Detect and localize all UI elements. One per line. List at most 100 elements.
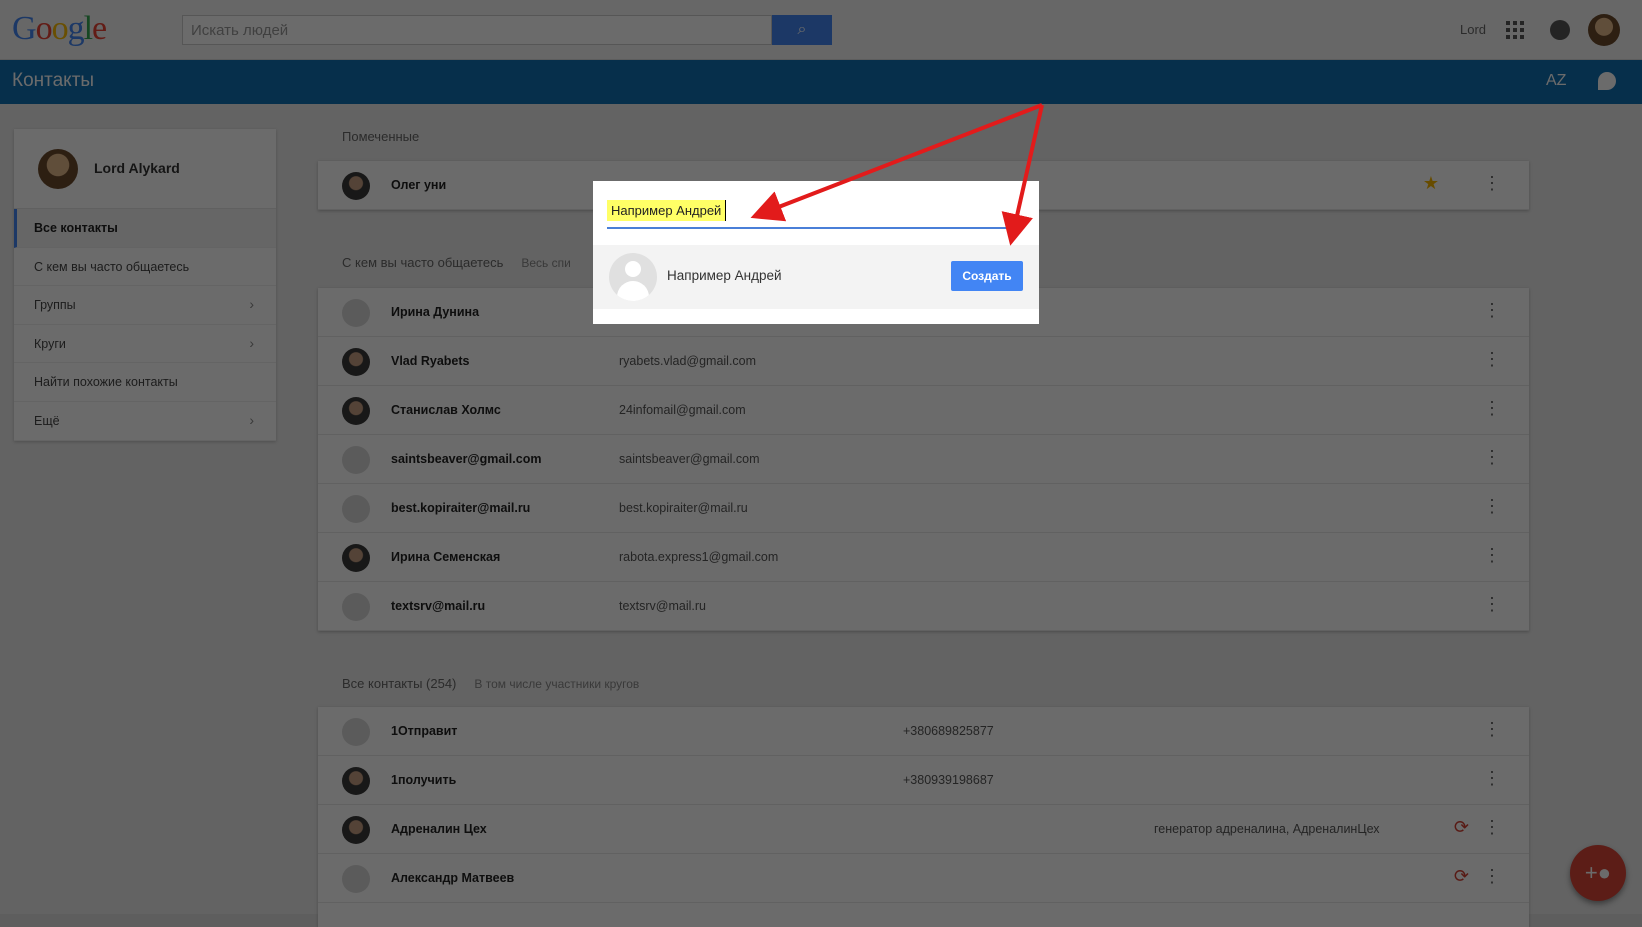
contact-name: textsrv@mail.ru [391,599,486,613]
circles-icon[interactable]: ⟳ [1454,866,1469,887]
contact-name: Александр Матвеев [391,871,515,885]
contact-email: saintsbeaver@gmail.com [619,452,760,466]
avatar [342,865,370,893]
table-row[interactable]: saintsbeaver@gmail.com saintsbeaver@gmail… [318,435,1529,484]
app-title: Контакты [12,70,95,91]
app-bar: Контакты AZ [0,60,1642,104]
suggestion-name: Например Андрей [667,268,782,283]
title: Все контакты (254) [342,676,457,691]
table-row[interactable]: 1Отправит +380689825877 ⋮ [318,707,1529,756]
search-button[interactable]: ⌕ [772,15,832,45]
avatar [342,348,370,376]
contact-name: Ирина Семенская [391,550,501,564]
table-row[interactable]: Александр Матвеев ⟳ ⋮ [318,854,1529,903]
table-row[interactable]: best.kopiraiter@mail.ru best.kopiraiter@m… [318,484,1529,533]
frequent-card: Ирина Дунина ⋮ Vlad Ryabets ryabets.vlad@gm… [318,288,1529,631]
table-row[interactable]: 1получить +380939198687 ⋮ [318,756,1529,805]
label: Круги [34,336,66,351]
circles-icon[interactable]: ⟳ [1454,817,1469,838]
avatar [342,495,370,523]
dimmed-page-backdrop[interactable]: Google Искать людей ⌕ Lord Контакты AZ L… [0,0,1642,927]
google-logo[interactable]: Google [12,10,107,48]
sidebar-item-more[interactable]: Ещё › [14,402,276,441]
avatar [38,149,78,189]
create-button[interactable]: Создать [951,261,1023,291]
section-title-starred: Помеченные [342,129,420,144]
contact-phone: +380689825877 [903,724,994,738]
sidebar-item-frequent[interactable]: С кем вы часто общаетесь [14,248,276,287]
more-vert-icon[interactable]: ⋮ [1483,349,1501,369]
contact-name-input[interactable]: Например Андрей [607,200,1019,229]
avatar [342,172,370,200]
subtitle-link[interactable]: Весь спи [521,256,570,270]
title: С кем вы часто общаетесь [342,255,504,270]
contact-email: ryabets.vlad@gmail.com [619,354,757,368]
sort-az-icon[interactable]: AZ [1546,72,1566,90]
contact-name: Ирина Дунина [391,305,480,319]
apps-grid-icon[interactable] [1506,21,1524,39]
more-vert-icon[interactable]: ⋮ [1483,719,1501,739]
default-avatar-icon [609,253,657,301]
avatar [342,767,370,795]
chevron-right-icon: › [249,411,254,428]
avatar [342,718,370,746]
more-vert-icon[interactable]: ⋮ [1483,594,1501,614]
suggestion-row[interactable]: Например Андрей Создать [593,245,1039,309]
contact-name: 1получить [391,773,457,787]
contact-name: Станислав Холмс [391,403,501,417]
sidebar-item-groups[interactable]: Группы › [14,286,276,325]
hangouts-icon[interactable] [1598,72,1616,90]
sidebar-item-find-similar[interactable]: Найти похожие контакты [14,363,276,402]
table-row[interactable]: textsrv@mail.ru textsrv@mail.ru ⋮ [318,582,1529,631]
more-vert-icon[interactable]: ⋮ [1483,545,1501,565]
more-vert-icon[interactable]: ⋮ [1483,768,1501,788]
contact-name: Олег уни [391,178,447,192]
contact-email: best.kopiraiter@mail.ru [619,501,748,515]
label: Группы [34,298,76,313]
profile[interactable]: Lord Alykard [14,129,276,209]
table-row[interactable]: Ирина Семенская rabota.express1@gmail.com… [318,533,1529,582]
sidebar-item-circles[interactable]: Круги › [14,325,276,364]
profile-name: Lord Alykard [94,160,180,176]
table-row[interactable]: Vlad Ryabets ryabets.vlad@gmail.com ⋮ [318,337,1529,386]
sidebar-item-all[interactable]: Все контакты [14,209,276,248]
subtitle: В том числе участники кругов [474,677,640,691]
contact-email: 24infomail@gmail.com [619,403,746,417]
contact-phone: +380939198687 [903,773,994,787]
table-row[interactable]: Адреналин Цех генератор адреналина, Адрен… [318,805,1529,854]
more-vert-icon[interactable]: ⋮ [1483,398,1501,418]
more-vert-icon[interactable]: ⋮ [1483,173,1501,193]
search-input[interactable]: Искать людей [182,15,772,45]
chevron-right-icon: › [249,296,254,313]
label: Ещё [34,413,60,428]
all-contacts-card: 1Отправит +380689825877 ⋮ 1получить +3809391… [318,707,1529,927]
user-name-link[interactable]: Lord [1460,22,1486,37]
more-vert-icon[interactable]: ⋮ [1483,447,1501,467]
contact-email: textsrv@mail.ru [619,599,707,613]
add-person-icon: +● [1584,860,1612,885]
contact-circles: генератор адреналина, АдреналинЦех [1154,822,1380,836]
sidebar: Lord Alykard Все контакты С кем вы часто… [14,129,276,441]
avatar [342,593,370,621]
contact-name: saintsbeaver@gmail.com [391,452,542,466]
table-row[interactable]: Станислав Холмс 24infomail@gmail.com ⋮ [318,386,1529,435]
chevron-right-icon: › [249,334,254,351]
input-value: Например Андрей [607,200,727,221]
section-title-frequent: С кем вы часто общаетесь Весь спи [342,255,571,270]
notifications-icon[interactable] [1550,20,1570,40]
more-vert-icon[interactable]: ⋮ [1483,300,1501,320]
avatar [342,299,370,327]
contact-name: best.kopiraiter@mail.ru [391,501,531,515]
avatar [342,544,370,572]
contact-name: 1Отправит [391,724,458,738]
account-avatar[interactable] [1588,14,1620,46]
more-vert-icon[interactable]: ⋮ [1483,496,1501,516]
star-icon[interactable]: ★ [1423,173,1439,194]
add-contact-button[interactable]: +● [1570,845,1626,901]
more-vert-icon[interactable]: ⋮ [1483,817,1501,837]
avatar [342,397,370,425]
contact-name: Vlad Ryabets [391,354,470,368]
more-vert-icon[interactable]: ⋮ [1483,866,1501,886]
avatar [342,446,370,474]
top-bar: Google Искать людей ⌕ Lord [0,0,1642,60]
